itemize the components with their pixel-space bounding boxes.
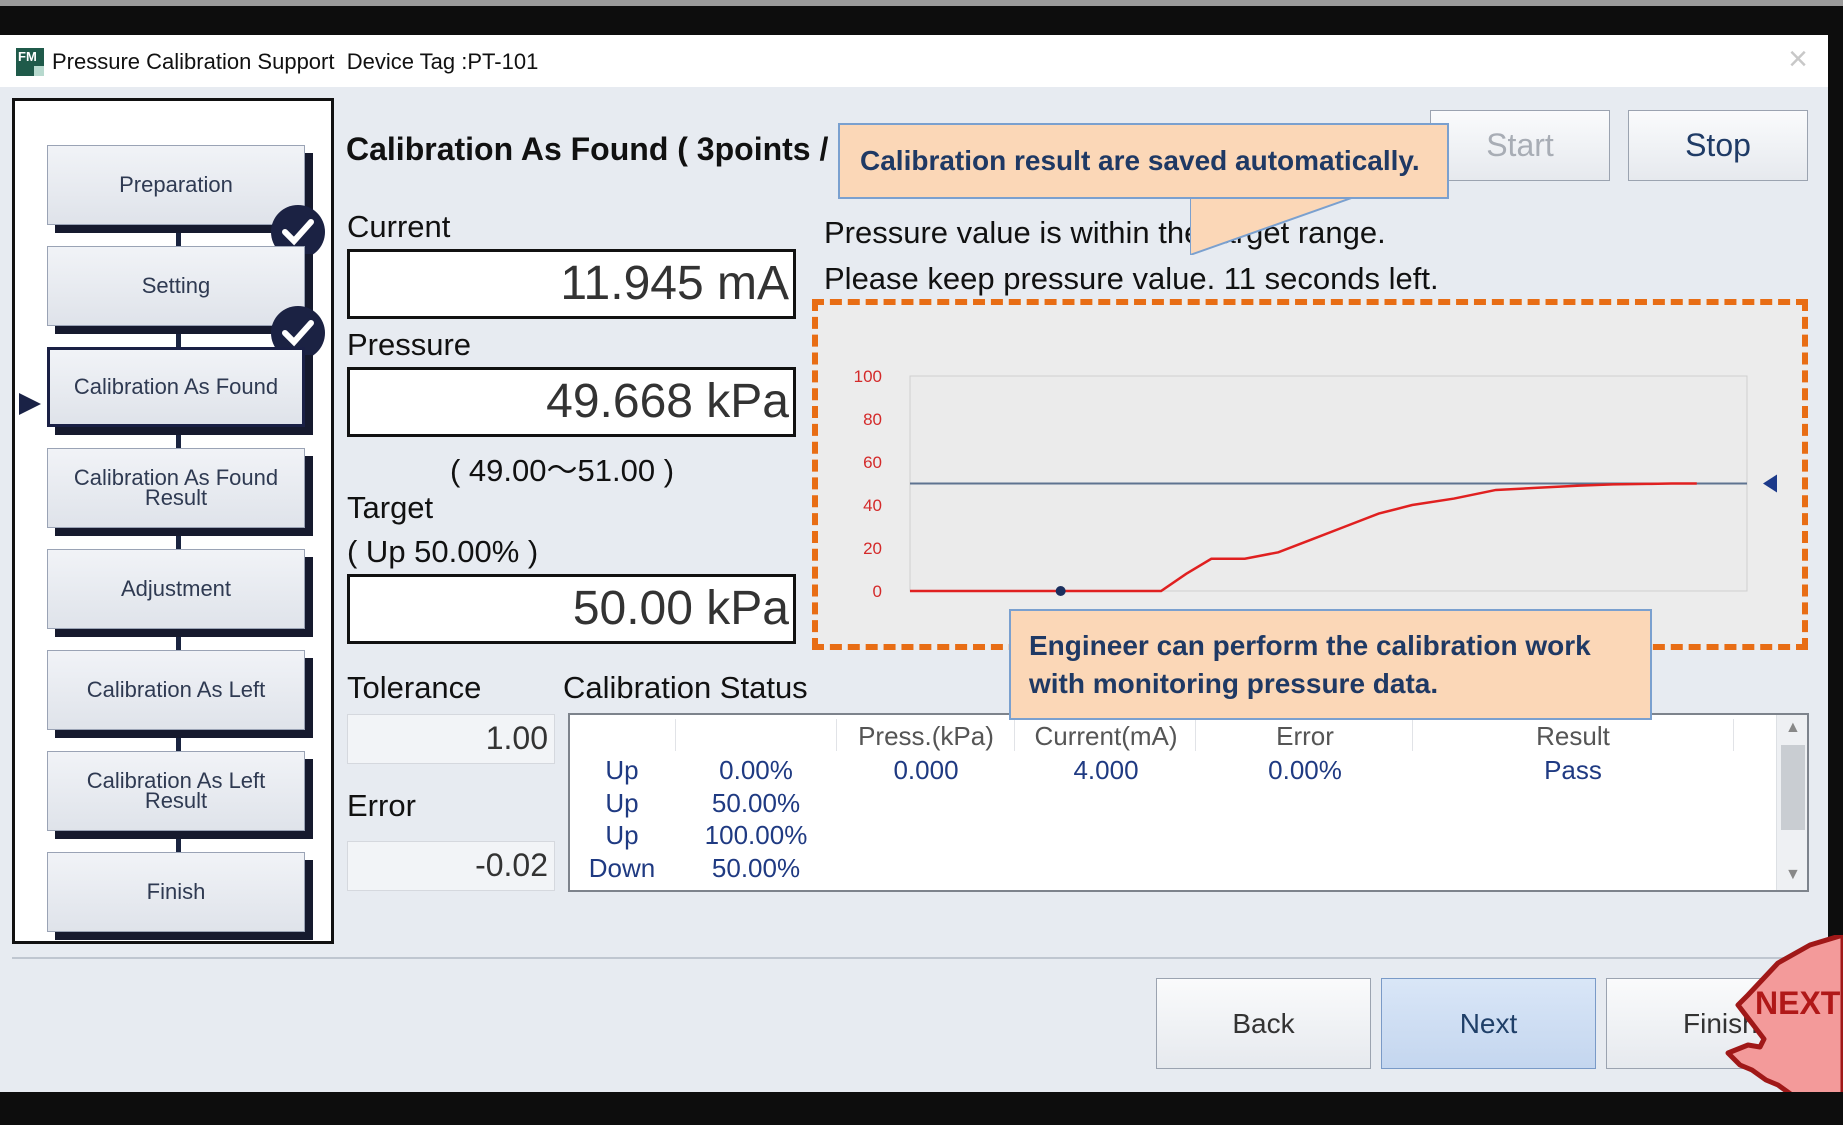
table-cell: 0.00%	[719, 755, 793, 785]
footer-divider	[12, 957, 1828, 959]
next-button[interactable]: Next	[1381, 978, 1596, 1069]
table-cell: 0.000	[893, 755, 959, 785]
screen-top-edge	[0, 0, 1843, 6]
table-cell: 50.00%	[711, 852, 801, 883]
close-icon[interactable]: ×	[1788, 41, 1808, 77]
table-cell: 0.00%	[1268, 755, 1342, 785]
table-cell: Up	[605, 787, 639, 818]
start-button[interactable]: Start	[1430, 110, 1610, 181]
callout-monitoring: Engineer can perform the calibration wor…	[1009, 609, 1652, 720]
header-separator	[1733, 719, 1734, 751]
next-hand-label: NEXT	[1755, 985, 1841, 1021]
app-title: Pressure Calibration Support	[52, 49, 335, 74]
step-finish[interactable]: Finish	[47, 852, 305, 932]
table-cell: 50.00%	[711, 787, 801, 818]
error-label: Error	[347, 788, 416, 823]
step-setting[interactable]: Setting	[47, 246, 305, 326]
table-cell: 4.000	[1073, 755, 1139, 785]
callout-autosave: Calibration result are saved automatical…	[838, 123, 1449, 199]
title-bar: FM Pressure Calibration Support Device T…	[0, 35, 1828, 87]
status-message-2: Please keep pressure value. 11 seconds l…	[824, 261, 1439, 296]
table-header: Press.(kPa)	[858, 721, 994, 751]
callout-tail	[1190, 195, 1360, 255]
table-header: Current(mA)	[1034, 721, 1178, 751]
step-adjustment[interactable]: Adjustment	[47, 549, 305, 629]
step-calibration-as-left-result[interactable]: Calibration As Left Result	[47, 751, 305, 831]
callout-monitoring-line1: Engineer can perform the calibration wor…	[1029, 630, 1591, 661]
calibration-status-label: Calibration Status	[563, 670, 808, 705]
table-header: Result	[1536, 721, 1610, 751]
header-separator	[1412, 719, 1413, 751]
target-label: Target	[347, 490, 434, 525]
current-value: 11.945 mA	[347, 249, 796, 319]
step-calibration-as-found[interactable]: Calibration As Found	[47, 347, 305, 427]
scroll-down-icon[interactable]: ▼	[1785, 866, 1801, 884]
device-tag: Device Tag :PT-101	[346, 49, 539, 74]
header-separator	[1014, 719, 1015, 751]
pressure-value: 49.668 kPa	[347, 367, 796, 437]
scroll-up-icon[interactable]: ▲	[1785, 719, 1801, 737]
scrollbar-thumb[interactable]	[1781, 745, 1805, 830]
step-calibration-as-found-result[interactable]: Calibration As Found Result	[47, 448, 305, 528]
table-cell: Pass	[1544, 755, 1602, 785]
table-cell: Up	[605, 820, 639, 850]
step-calibration-as-left[interactable]: Calibration As Left	[47, 650, 305, 730]
current-step-arrow-icon	[19, 393, 41, 415]
calibration-status-table: ▲ ▼ Press.(kPa) Current(mA) Error Result Up 0…	[568, 713, 1809, 892]
pressure-label: Pressure	[347, 327, 472, 362]
back-button[interactable]: Back	[1156, 978, 1371, 1069]
target-value: 50.00 kPa	[347, 574, 796, 644]
callout-monitoring-line2: with monitoring pressure data.	[1029, 668, 1439, 699]
header-separator	[675, 719, 676, 751]
error-value: -0.02	[347, 841, 555, 891]
header-separator	[836, 719, 837, 751]
step-sidebar: Preparation Setting Calibration As Found…	[12, 98, 334, 944]
window-title: Pressure Calibration Support Device Tag …	[52, 49, 538, 75]
target-sub-label: ( Up 50.00% )	[347, 534, 539, 569]
table-header: Error	[1276, 721, 1334, 751]
header-separator	[1195, 719, 1196, 751]
step-preparation[interactable]: Preparation	[47, 145, 305, 225]
table-cell: Down	[588, 852, 656, 883]
table-scrollbar[interactable]: ▲ ▼	[1776, 715, 1807, 890]
table-cell: Up	[605, 755, 639, 785]
current-label: Current	[347, 209, 451, 244]
app-logo-icon: FM	[16, 48, 44, 76]
screen-bottom-edge	[0, 1092, 1843, 1125]
pressure-range: ( 49.00～51.00 )	[450, 453, 675, 488]
app-window: FM Pressure Calibration Support Device T…	[0, 35, 1828, 1092]
stop-button[interactable]: Stop	[1628, 110, 1808, 181]
tolerance-label: Tolerance	[347, 670, 482, 705]
chart-highlight-border	[812, 299, 1808, 650]
tolerance-value: 1.00	[347, 714, 555, 764]
table-cell: 100.00%	[704, 820, 808, 850]
